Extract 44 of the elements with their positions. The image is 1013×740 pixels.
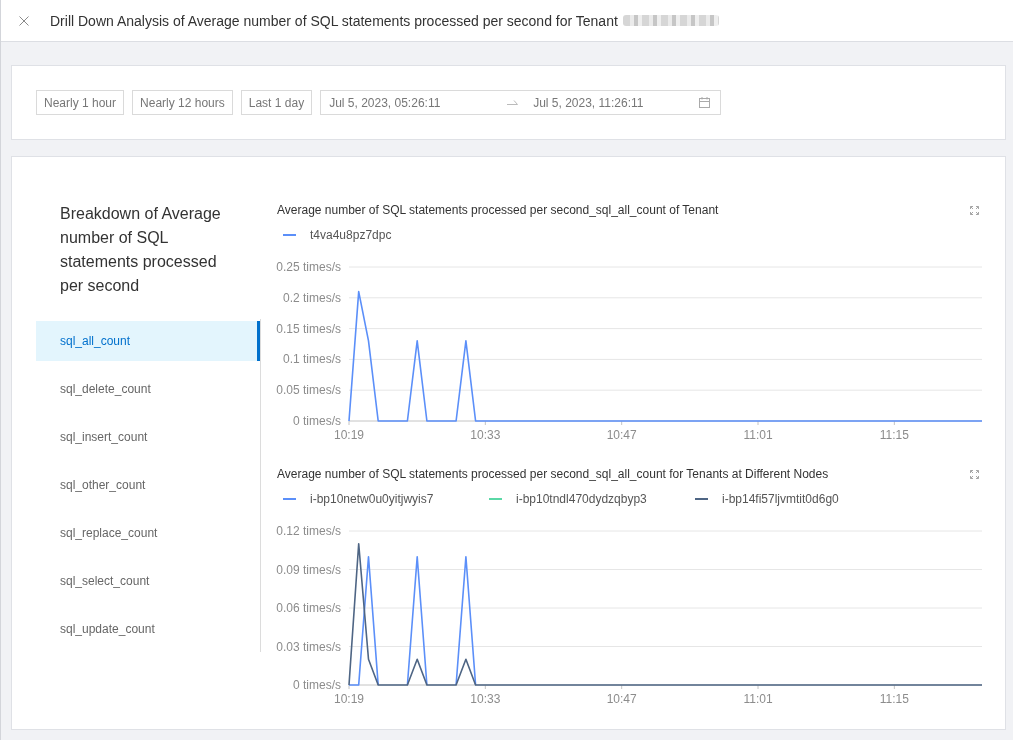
legend-label[interactable]: i-bp10tndl470dydzqbyp3 bbox=[516, 492, 647, 506]
x-axis-label: 10:47 bbox=[606, 692, 637, 706]
sidebar-title: Breakdown of Average number of SQL statements processed per second bbox=[59, 204, 222, 296]
x-axis-label: 11:15 bbox=[879, 692, 909, 706]
x-axis-label: 10:19 bbox=[334, 692, 364, 706]
y-axis-label: 0.09 times/s bbox=[276, 562, 341, 577]
legend-label[interactable]: i-bp14fi57ljvmtit0d6g0 bbox=[722, 492, 839, 506]
expand-icon[interactable] bbox=[970, 469, 979, 479]
x-axis-label: 11:01 bbox=[743, 692, 773, 706]
metric-tab[interactable]: sql_update_count bbox=[36, 609, 260, 649]
y-axis-label: 0 times/s bbox=[293, 678, 341, 692]
y-axis-label: 0.25 times/s bbox=[276, 260, 341, 274]
time-preset-button[interactable]: Nearly 1 hour bbox=[36, 90, 125, 115]
x-axis-label: 10:47 bbox=[606, 428, 637, 442]
calendar-icon[interactable] bbox=[699, 97, 711, 108]
y-axis-label: 0.2 times/s bbox=[282, 290, 341, 305]
metric-tab[interactable]: sql_all_count bbox=[36, 321, 260, 361]
y-axis-label: 0.05 times/s bbox=[276, 383, 341, 398]
y-axis-label: 0.06 times/s bbox=[276, 601, 341, 615]
y-axis-label: 0.1 times/s bbox=[282, 352, 341, 367]
x-axis-label: 10:33 bbox=[470, 692, 501, 706]
metric-tab[interactable]: sql_select_count bbox=[36, 561, 260, 601]
metric-tab[interactable]: sql_replace_count bbox=[36, 513, 260, 553]
date-range-field[interactable]: Jul 5, 2023, 05:26:11 Jul 5, 2023, 11:26:11 bbox=[320, 90, 722, 115]
metric-tab[interactable]: sql_other_count bbox=[36, 465, 260, 505]
chart-title: Average number of SQL statements processed per second_sql_all_count of Tenant bbox=[277, 203, 720, 217]
metric-tab[interactable]: sql_insert_count bbox=[36, 417, 260, 457]
drawer-title: Drill Down Analysis of Average number of SQL statements processed per second for Tenant bbox=[50, 12, 618, 29]
y-axis-label: 0.15 times/s bbox=[276, 321, 341, 336]
legend-label[interactable]: t4va4u8pz7dpc bbox=[310, 228, 392, 242]
time-preset-button[interactable]: Nearly 12 hours bbox=[132, 90, 233, 115]
x-axis-label: 10:33 bbox=[470, 428, 501, 442]
chart-title: Average number of SQL statements processed per second_sql_all_count for Tenants at Different Nodes bbox=[277, 467, 830, 481]
x-axis-label: 11:15 bbox=[879, 428, 909, 442]
legend-label[interactable]: i-bp10netw0u0yitjwyis7 bbox=[310, 492, 434, 506]
x-axis-label: 11:01 bbox=[743, 428, 773, 442]
y-axis-label: 0.03 times/s bbox=[276, 639, 341, 654]
expand-icon[interactable] bbox=[970, 205, 979, 215]
metric-tab[interactable]: sql_delete_count bbox=[36, 369, 260, 409]
close-icon[interactable] bbox=[19, 15, 29, 26]
y-axis-label: 0.12 times/s bbox=[276, 524, 341, 538]
time-preset-button[interactable]: Last 1 day bbox=[240, 90, 313, 115]
x-axis-label: 10:19 bbox=[334, 428, 364, 442]
y-axis-label: 0 times/s bbox=[293, 414, 341, 428]
